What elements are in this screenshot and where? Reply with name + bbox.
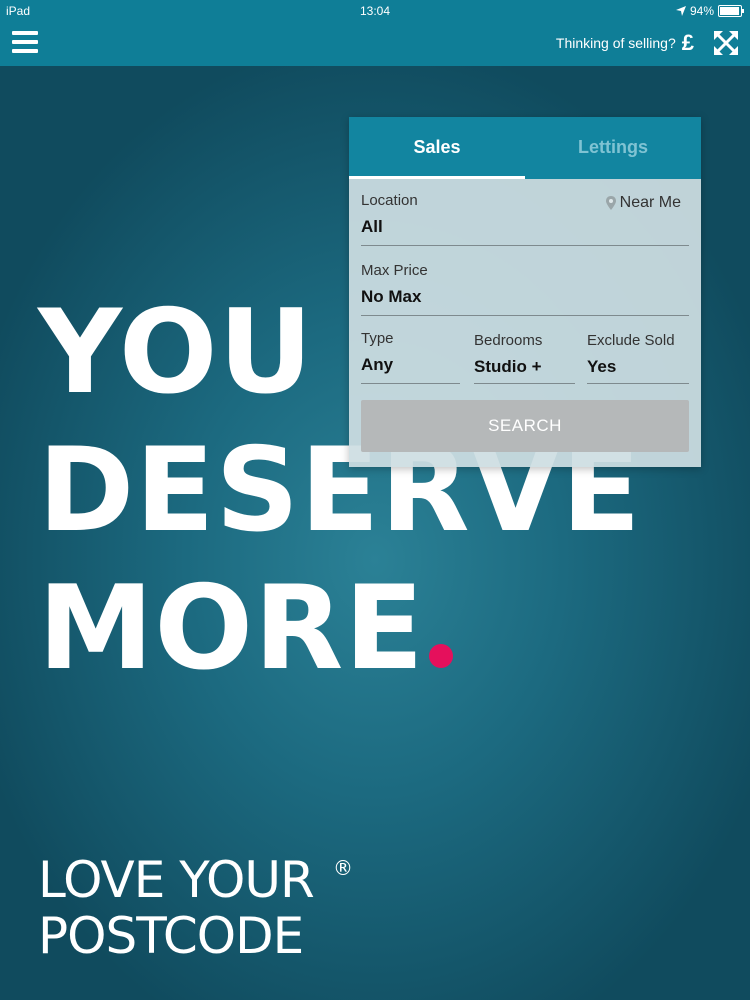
tab-lettings[interactable]: Lettings [525,117,701,179]
search-form: Location All Near Me Max Price No Max Ty… [349,179,701,467]
battery-fill [720,7,739,15]
type-value: Any [361,355,394,374]
max-price-label: Max Price [361,262,428,279]
fullscreen-expand-icon[interactable] [714,31,738,55]
location-pin-icon [605,196,616,210]
selling-text: Thinking of selling? [555,35,676,51]
bedrooms-field[interactable]: Bedrooms Studio + [474,332,575,384]
love-your-postcode-logo: LOVE YOUR POSTCODE ® [38,851,353,965]
location-arrow-icon [675,6,686,16]
bedrooms-value: Studio + [474,357,542,376]
max-price-value: No Max [361,287,422,306]
exclude-sold-value: Yes [587,357,617,376]
location-value: All [361,217,383,236]
hero-line-3: MORE [38,561,425,696]
pink-dot-icon [428,644,453,668]
max-price-field[interactable]: Max Price No Max [361,262,689,316]
near-me-label: Near Me [619,194,681,211]
app-header: Thinking of selling? £ [0,22,750,66]
clock: 13:04 [359,4,391,18]
status-bar: iPad 13:04 94% [0,0,750,22]
hamburger-menu-icon[interactable] [12,31,38,55]
tab-sales[interactable]: Sales [349,117,525,179]
type-label: Type [361,330,394,347]
battery-icon [718,5,744,17]
search-tabs: Sales Lettings [349,117,701,179]
near-me-button[interactable]: Near Me [605,194,681,212]
property-search-panel: Sales Lettings Location All Near Me Max … [349,117,701,467]
search-button[interactable]: SEARCH [361,400,689,452]
bedrooms-label: Bedrooms [474,332,543,349]
hero-line-3-wrap: MORE [38,560,642,698]
status-right: 94% [675,4,744,18]
exclude-sold-field[interactable]: Exclude Sold Yes [587,332,689,384]
pound-icon: £ [681,30,694,55]
logo-line-2: POSTCODE [38,907,304,965]
registered-mark: ® [333,856,353,880]
thinking-of-selling-link[interactable]: Thinking of selling? £ [555,30,694,55]
type-field[interactable]: Type Any [361,330,460,384]
logo-line-1: LOVE YOUR [38,851,315,909]
battery-percent: 94% [689,4,714,18]
exclude-sold-label: Exclude Sold [587,332,675,349]
